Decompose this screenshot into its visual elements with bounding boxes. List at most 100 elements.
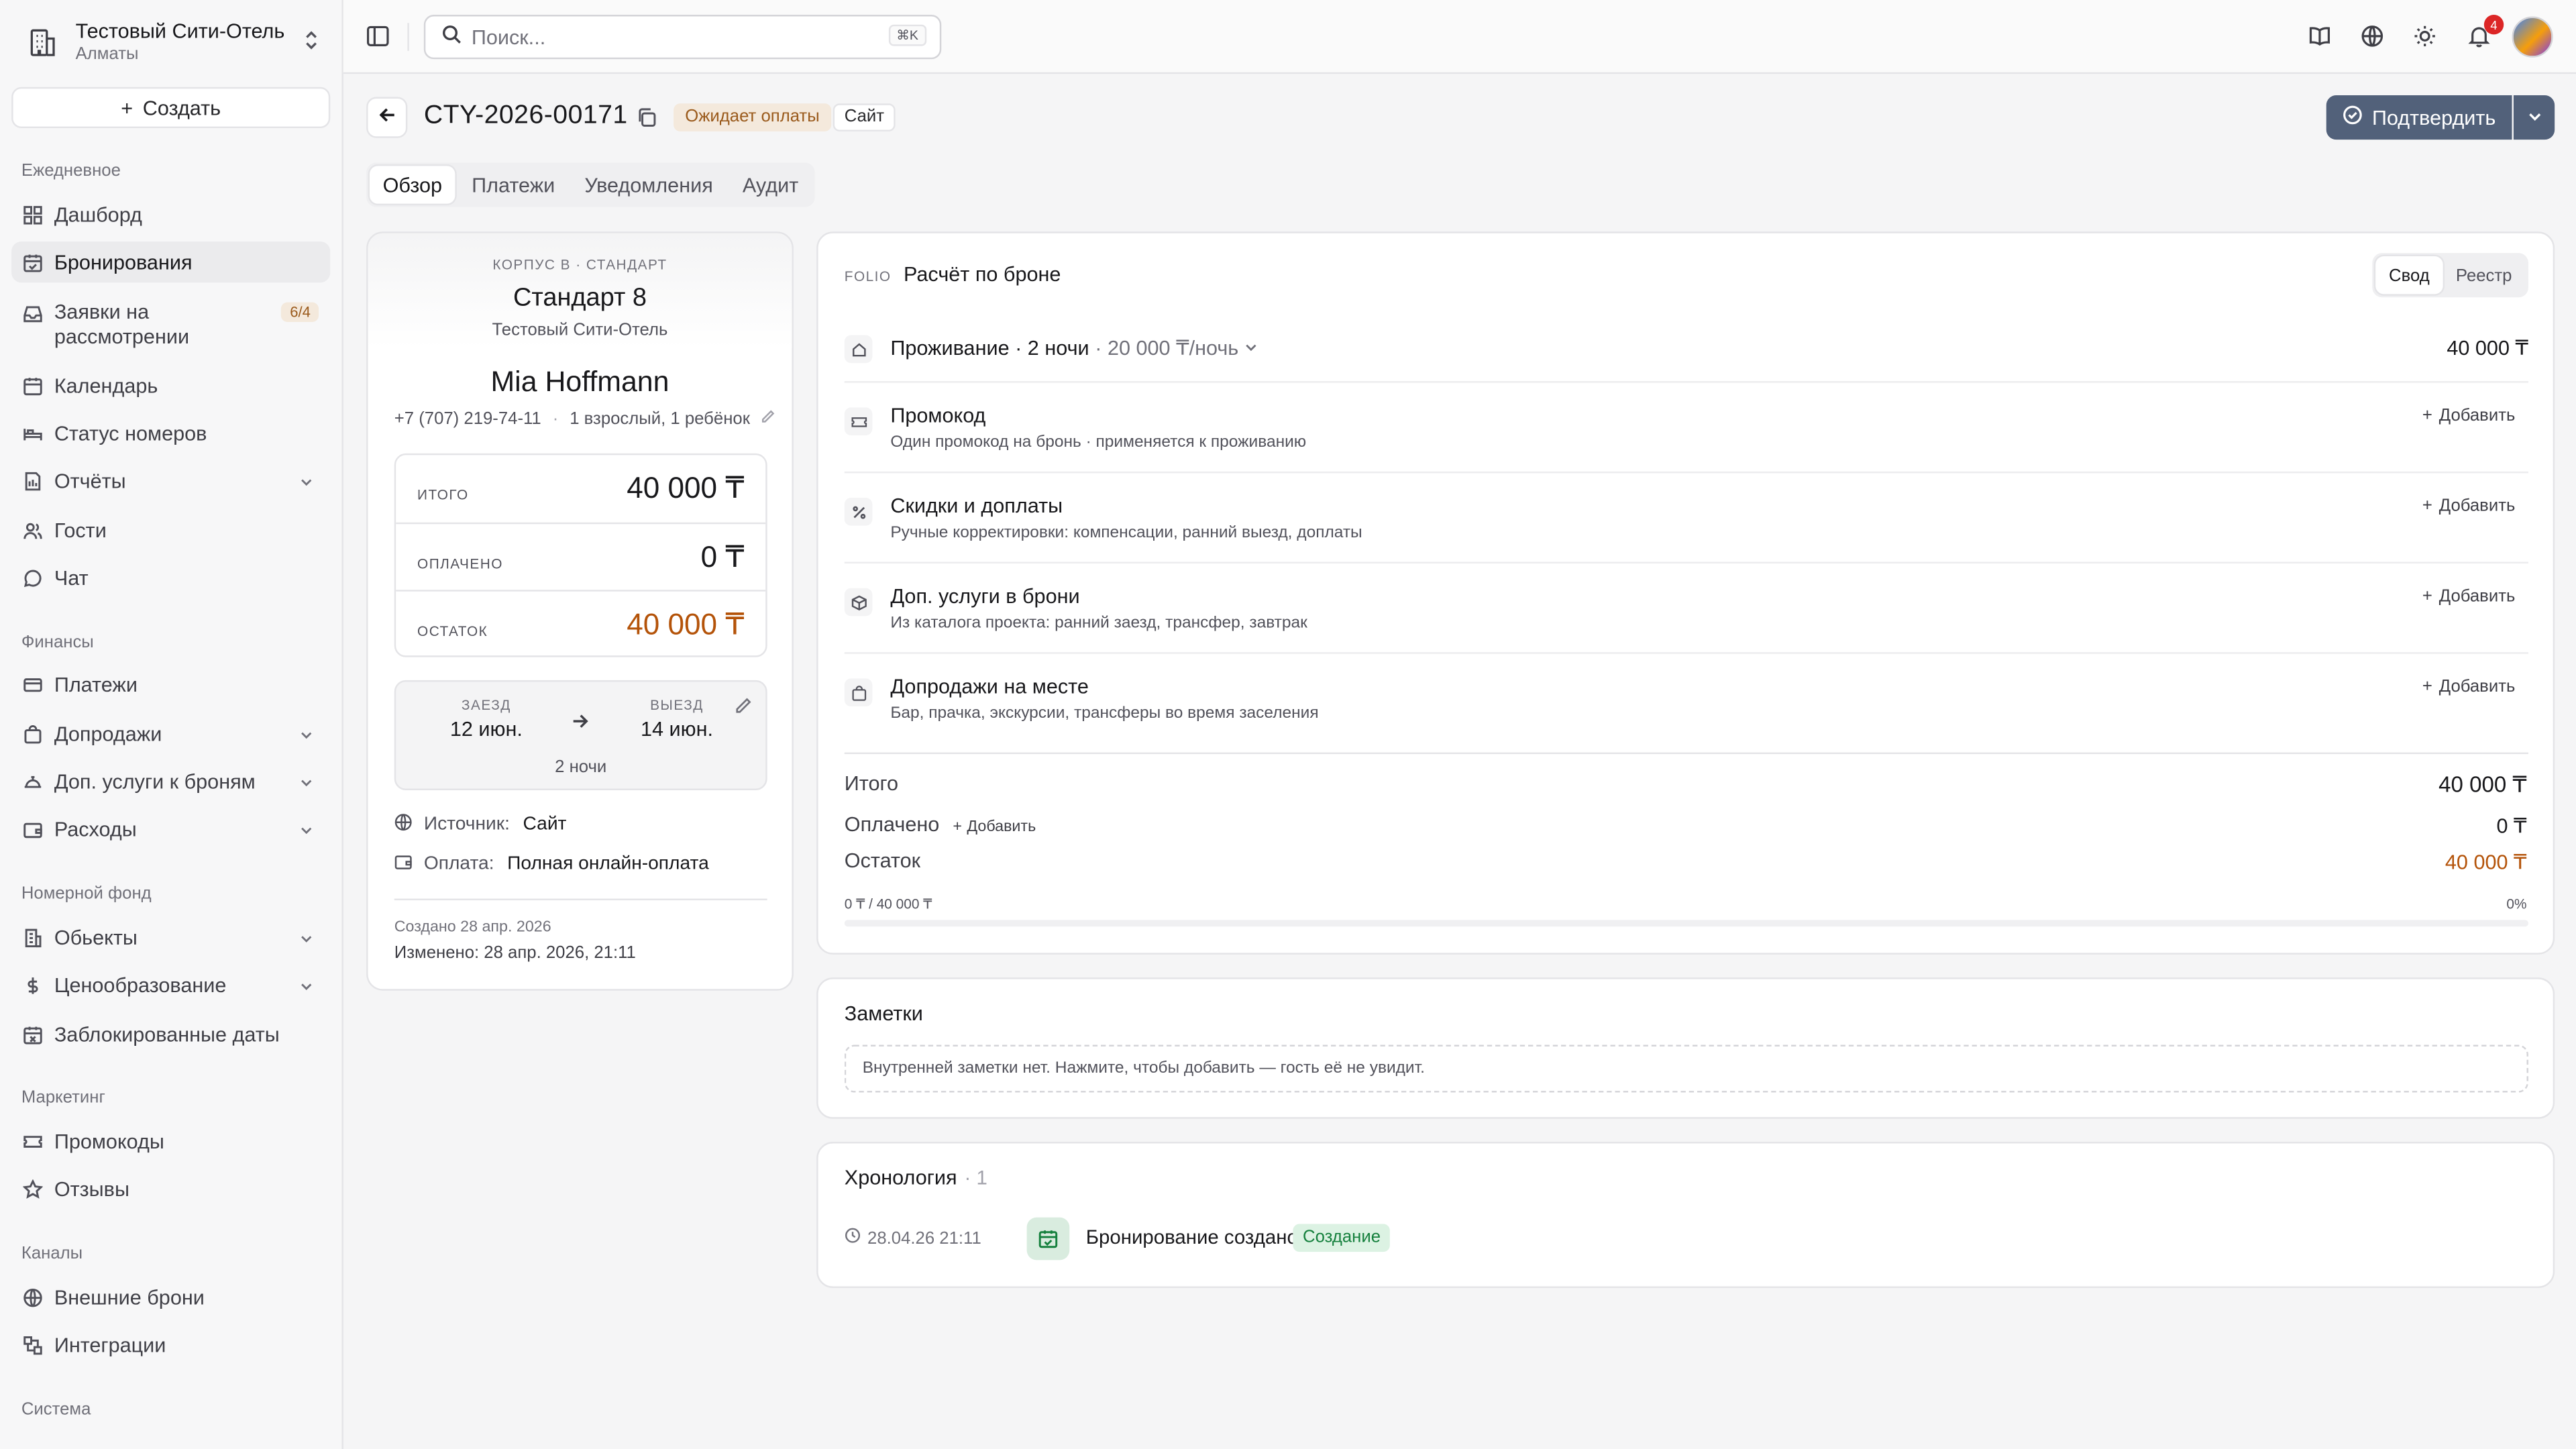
copy-icon[interactable] — [636, 107, 657, 128]
plus-icon: + — [2422, 676, 2432, 697]
hotel-name: Тестовый Сити-Отель — [75, 19, 285, 43]
balance-value: 40 000 ₸ — [627, 608, 745, 641]
onsite-upsells-title: Допродажи на месте — [890, 675, 1089, 698]
sidebar-item-requests[interactable]: Заявки на рассмотрении 6/4 — [11, 290, 330, 356]
sidebar-item-integrations[interactable]: Интеграции — [11, 1324, 330, 1365]
chevron-down-icon — [299, 724, 314, 747]
sidebar-item-bookings[interactable]: Бронирования — [11, 241, 331, 283]
wallet-icon — [21, 818, 43, 840]
sidebar-item-expenses[interactable]: Расходы — [11, 808, 330, 849]
avatar[interactable] — [2512, 16, 2553, 58]
add-extra-service-button[interactable]: + Добавить — [2422, 586, 2515, 606]
sidebar-item-extra-services[interactable]: Доп. услуги к броням — [11, 761, 330, 802]
sidebar-item-upsells[interactable]: Допродажи — [11, 713, 330, 754]
guest-meta: +7 (707) 219-74-11 · 1 взрослый, 1 ребён… — [394, 409, 776, 429]
divider — [844, 561, 2528, 564]
tab-notifications[interactable]: Уведомления — [572, 166, 727, 203]
percent-icon — [844, 498, 873, 526]
sun-icon[interactable] — [2412, 23, 2438, 49]
paid-row: ОПЛАЧЕНО 0 ₸ — [396, 522, 766, 590]
sidebar: Тестовый Сити-Отель Алматы + Создать Еже… — [0, 0, 343, 1449]
clock-icon — [845, 1227, 861, 1248]
source-info: Источник: Сайт — [394, 813, 567, 836]
stay-amount: 40 000 ₸ — [2447, 337, 2528, 360]
view-summary-button[interactable]: Свод — [2375, 256, 2443, 294]
divider — [844, 652, 2528, 654]
add-payment-button[interactable]: + Добавить — [953, 818, 1036, 837]
book-icon[interactable] — [2306, 23, 2332, 49]
add-onsite-upsell-button[interactable]: + Добавить — [2422, 677, 2515, 696]
ticket-icon — [21, 1130, 43, 1152]
sidebar-item-reports[interactable]: Отчёты — [11, 460, 330, 501]
pencil-icon[interactable] — [761, 409, 776, 429]
language-icon[interactable] — [2359, 23, 2385, 49]
users-icon — [21, 519, 43, 541]
tab-payments[interactable]: Платежи — [459, 166, 568, 203]
chevron-down-icon — [299, 928, 314, 951]
checkin: ЗАЕЗД 12 июн. — [421, 696, 552, 741]
folio-total-label: Итого — [844, 772, 899, 796]
sidebar-item-label: Дашборд — [54, 203, 142, 226]
view-register-button[interactable]: Реестр — [2443, 256, 2525, 294]
package-icon — [844, 588, 873, 616]
event-time-text: 28.04.26 21:11 — [867, 1228, 981, 1248]
app-root: Тестовый Сити-Отель Алматы + Создать Еже… — [0, 0, 2576, 1449]
search-input[interactable] — [471, 25, 866, 49]
sidebar-item-pricing[interactable]: Ценообразование — [11, 965, 330, 1006]
report-icon — [21, 470, 43, 491]
checkin-date: 12 июн. — [449, 718, 523, 741]
stay-rate[interactable]: 20 000 ₸/ночь — [1108, 337, 1238, 360]
divider — [844, 752, 2528, 755]
separator: · — [1095, 337, 1102, 360]
tab-audit[interactable]: Аудит — [729, 166, 812, 203]
sidebar-item-external-bookings[interactable]: Внешние брони — [11, 1277, 330, 1318]
money-summary: ИТОГО 40 000 ₸ ОПЛАЧЕНО 0 ₸ ОСТАТОК 40 0… — [394, 453, 767, 657]
calendar-check-icon — [21, 252, 43, 273]
notes-placeholder[interactable]: Внутренней заметки нет. Нажмите, чтобы д… — [844, 1044, 2528, 1093]
sidebar-item-label: Обьекты — [54, 926, 138, 949]
sidebar-item-blocked-dates[interactable]: Заблокированные даты — [11, 1014, 330, 1055]
sidebar-item-payments[interactable]: Платежи — [11, 663, 330, 704]
room-hotel: Тестовый Сити-Отель — [492, 320, 668, 340]
check-circle-icon — [2343, 105, 2362, 130]
confirm-button[interactable]: Подтвердить — [2326, 95, 2512, 140]
chat-icon — [21, 567, 43, 588]
confirm-dropdown-button[interactable] — [2513, 95, 2555, 140]
sidebar-item-label: Внешние брони — [54, 1285, 205, 1309]
folio-tag: FOLIO — [844, 268, 892, 284]
sidebar-item-label: Заявки на рассмотрении — [54, 301, 190, 349]
sidebar-item-properties[interactable]: Обьекты — [11, 917, 330, 958]
create-button[interactable]: + Создать — [11, 87, 331, 129]
payment-progress-text: 0 ₸ / 40 000 ₸ — [844, 895, 932, 912]
search-shortcut: ⌘K — [888, 24, 927, 46]
paid-label: ОПЛАЧЕНО — [417, 555, 503, 572]
back-button[interactable] — [366, 97, 408, 138]
add-promo-button[interactable]: + Добавить — [2422, 406, 2515, 425]
add-adjustment-button[interactable]: + Добавить — [2422, 496, 2515, 516]
building-icon — [21, 926, 43, 948]
tab-overview[interactable]: Обзор — [370, 166, 455, 204]
timeline-event-badge: Создание — [1293, 1224, 1391, 1252]
guest-phone: +7 (707) 219-74-11 — [394, 409, 541, 429]
folio-card: FOLIO Расчёт по броне Свод Реестр Прожив… — [816, 231, 2555, 955]
sidebar-item-promocodes[interactable]: Промокоды — [11, 1120, 330, 1161]
sidebar-toggle-icon[interactable] — [366, 25, 389, 48]
sidebar-item-reviews[interactable]: Отзывы — [11, 1168, 330, 1209]
sidebar-item-guests[interactable]: Гости — [11, 509, 330, 550]
sidebar-item-calendar[interactable]: Календарь — [11, 365, 330, 406]
pencil-icon[interactable] — [735, 693, 753, 722]
search-box[interactable]: ⌘K — [423, 15, 942, 60]
separator: · — [552, 409, 559, 429]
create-label: Создать — [142, 96, 221, 119]
plus-icon: + — [2422, 405, 2432, 426]
chevron-down-icon[interactable] — [1244, 337, 1259, 360]
status-badge: Ожидает оплаты — [674, 103, 831, 131]
sidebar-item-label: Промокоды — [54, 1129, 164, 1152]
hotel-switcher[interactable]: Тестовый Сити-Отель Алматы — [19, 16, 325, 68]
sidebar-item-chat[interactable]: Чат — [11, 557, 330, 598]
checkout-date: 14 июн. — [640, 718, 714, 741]
sidebar-item-dashboard[interactable]: Дашборд — [11, 194, 330, 235]
add-label: Добавить — [2438, 676, 2516, 697]
source-value: Сайт — [523, 814, 567, 835]
sidebar-item-room-status[interactable]: Статус номеров — [11, 413, 330, 453]
